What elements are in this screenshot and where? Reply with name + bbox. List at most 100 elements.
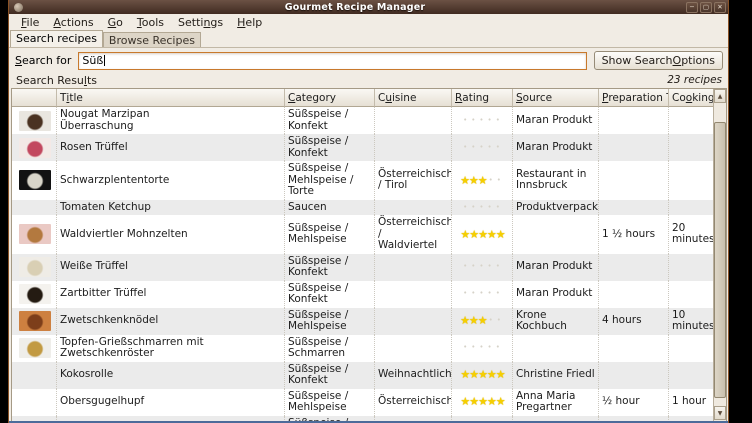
cell-source bbox=[513, 215, 599, 254]
recipe-table: Title Category Cuisine Rating Source Pre… bbox=[11, 88, 727, 423]
cell-title: Tomaten Ketchup bbox=[57, 200, 285, 216]
cell-title: Weiße Trüffel bbox=[57, 254, 285, 281]
table-row[interactable]: Weiße Trüffel Süßspeise / Konfekt ••••• … bbox=[12, 254, 713, 281]
scrollbar-down-arrow-icon[interactable]: ▼ bbox=[714, 406, 726, 420]
recipe-thumbnail bbox=[19, 311, 51, 331]
table-row[interactable]: Nougat Marzipan Überraschung Süßspeise /… bbox=[12, 107, 713, 134]
cell-cooking-time: 20 minutes bbox=[669, 215, 713, 254]
column-header-image[interactable] bbox=[12, 89, 57, 107]
cell-source: Maran Produkt bbox=[513, 254, 599, 281]
cell-cooking-time bbox=[669, 281, 713, 308]
cell-category: Süßspeise / Schmarren bbox=[285, 335, 375, 362]
cell-category: Süßspeise / Konfekt bbox=[285, 107, 375, 134]
cell-rating: ••••• bbox=[452, 200, 513, 216]
column-header-category[interactable]: Category bbox=[285, 89, 375, 107]
menu-go[interactable]: Go bbox=[101, 15, 130, 30]
cell-source: Krone Kochbuch bbox=[513, 308, 599, 335]
cell-rating: ••••• bbox=[452, 281, 513, 308]
cell-title: Schwarzplententorte bbox=[57, 161, 285, 200]
menu-settings[interactable]: Settings bbox=[171, 15, 230, 30]
cell-image bbox=[12, 308, 57, 335]
column-header-source[interactable]: Source bbox=[513, 89, 599, 107]
empty-star-dots-icon: ••••• bbox=[463, 202, 504, 214]
cell-rating: ••••• bbox=[452, 254, 513, 281]
cell-image bbox=[12, 161, 57, 200]
recipe-thumbnail bbox=[19, 111, 51, 131]
tab-browse-recipes[interactable]: Browse Recipes bbox=[103, 32, 201, 47]
results-row: Search Results 23 recipes bbox=[9, 73, 728, 87]
cell-cuisine bbox=[375, 254, 452, 281]
cell-category: Süßspeise / Mehlspeise bbox=[285, 308, 375, 335]
scrollbar-up-arrow-icon[interactable]: ▲ bbox=[714, 89, 726, 103]
cell-preparation-time: 4 hours bbox=[599, 308, 669, 335]
close-button[interactable]: ✕ bbox=[714, 2, 726, 13]
search-input[interactable]: Süß bbox=[78, 52, 586, 70]
cell-rating: ••••• bbox=[452, 335, 513, 362]
cell-preparation-time bbox=[599, 200, 669, 216]
star-rating-icon: ★★★★★ bbox=[460, 396, 504, 408]
cell-cooking-time bbox=[669, 254, 713, 281]
column-header-cuisine[interactable]: Cuisine bbox=[375, 89, 452, 107]
menu-actions[interactable]: Actions bbox=[46, 15, 100, 30]
table-row[interactable]: Kokosrolle Süßspeise / Konfekt Weihnacht… bbox=[12, 362, 713, 389]
table-row[interactable]: Waldviertler Mohnzelten Süßspeise / Mehl… bbox=[12, 215, 713, 254]
menu-file[interactable]: File bbox=[14, 15, 46, 30]
cell-source: Christine Friedl bbox=[513, 362, 599, 389]
cell-title: Waldviertler Mohnzelten bbox=[57, 215, 285, 254]
table-row[interactable]: Zartbitter Trüffel Süßspeise / Konfekt •… bbox=[12, 281, 713, 308]
table-row[interactable]: Tomaten Ketchup Saucen ••••• Produktverp… bbox=[12, 200, 713, 216]
table-row[interactable]: Obersgugelhupf Süßspeise / Mehlspeise Ös… bbox=[12, 389, 713, 416]
cell-cooking-time bbox=[669, 200, 713, 216]
cell-image bbox=[12, 215, 57, 254]
cell-source: Maran Produkt bbox=[513, 107, 599, 134]
cell-preparation-time bbox=[599, 134, 669, 161]
cell-cuisine bbox=[375, 200, 452, 216]
menu-tools[interactable]: Tools bbox=[130, 15, 171, 30]
window-icon bbox=[14, 3, 23, 12]
recipe-thumbnail bbox=[19, 338, 51, 358]
cell-image bbox=[12, 389, 57, 416]
recipe-thumbnail bbox=[19, 257, 51, 277]
tab-search-recipes[interactable]: Search recipes bbox=[10, 30, 103, 47]
table-row[interactable]: Zwetschkenknödel Süßspeise / Mehlspeise … bbox=[12, 308, 713, 335]
cell-category: Süßspeise / Konfekt bbox=[285, 362, 375, 389]
column-header-title[interactable]: Title bbox=[57, 89, 285, 107]
vertical-scrollbar[interactable]: ▲ ▼ bbox=[713, 89, 726, 422]
cell-cooking-time bbox=[669, 335, 713, 362]
star-rating-icon: ★★★ bbox=[460, 315, 487, 327]
maximize-button[interactable]: ▢ bbox=[700, 2, 712, 13]
empty-star-dots-icon: •• bbox=[489, 175, 505, 187]
recipe-thumbnail bbox=[19, 284, 51, 304]
tab-bar: Search recipes Browse Recipes bbox=[9, 31, 728, 48]
column-header-cooking-time[interactable]: Cooking Time bbox=[669, 89, 713, 107]
cell-category: Süßspeise / Mehlspeise bbox=[285, 389, 375, 416]
empty-star-dots-icon: ••••• bbox=[463, 115, 504, 127]
cell-title: Zwetschkenknödel bbox=[57, 308, 285, 335]
cell-cuisine bbox=[375, 281, 452, 308]
cell-category: Süßspeise / Konfekt bbox=[285, 281, 375, 308]
menu-help[interactable]: Help bbox=[230, 15, 269, 30]
table-body: Nougat Marzipan Überraschung Süßspeise /… bbox=[12, 107, 713, 422]
cell-title: Kokosrolle bbox=[57, 362, 285, 389]
cell-image bbox=[12, 281, 57, 308]
cell-rating: ★★★•• bbox=[452, 308, 513, 335]
cell-source: Produktverpackung bbox=[513, 200, 599, 216]
table-row[interactable]: Rosen Trüffel Süßspeise / Konfekt ••••• … bbox=[12, 134, 713, 161]
minimize-button[interactable]: ─ bbox=[686, 2, 698, 13]
scrollbar-thumb[interactable] bbox=[714, 122, 726, 398]
titlebar[interactable]: Gourmet Recipe Manager ─ ▢ ✕ bbox=[9, 0, 728, 14]
empty-star-dots-icon: ••••• bbox=[463, 261, 504, 273]
table-row[interactable]: Topfen-Grießschmarren mit Zwetschkenröst… bbox=[12, 335, 713, 362]
cell-title: Rosen Trüffel bbox=[57, 134, 285, 161]
cell-rating: ★★★★★ bbox=[452, 215, 513, 254]
cell-image bbox=[12, 134, 57, 161]
cell-category: Süßspeise / Konfekt bbox=[285, 254, 375, 281]
cell-cooking-time bbox=[669, 107, 713, 134]
search-row: Search for Süß Show Search Options bbox=[9, 48, 728, 73]
column-header-rating[interactable]: Rating bbox=[452, 89, 513, 107]
table-row[interactable]: Schwarzplententorte Süßspeise / Mehlspei… bbox=[12, 161, 713, 200]
show-search-options-button[interactable]: Show Search Options bbox=[594, 51, 723, 70]
cell-cuisine bbox=[375, 308, 452, 335]
column-header-preparation-time[interactable]: Preparation Time bbox=[599, 89, 669, 107]
cell-preparation-time: ½ hour bbox=[599, 389, 669, 416]
